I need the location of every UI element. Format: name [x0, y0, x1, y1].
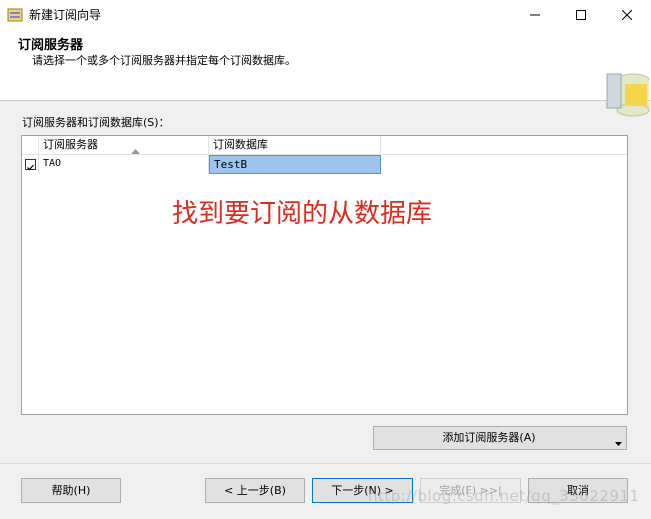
column-header-database-label: 订阅数据库 [213, 138, 268, 151]
page-title: 订阅服务器 [18, 38, 84, 53]
title-bar: 新建订阅向导 [0, 0, 651, 30]
column-header-database[interactable]: 订阅数据库 [209, 136, 381, 155]
grid-header: 订阅服务器 订阅数据库 [22, 136, 627, 155]
column-header-server-label: 订阅服务器 [43, 138, 98, 151]
dropdown-arrow-icon[interactable] [615, 436, 622, 449]
back-button[interactable]: < 上一步(B) [205, 478, 305, 503]
header-check-cell [22, 136, 39, 155]
page-subtitle: 请选择一个或多个订阅服务器并指定每个订阅数据库。 [32, 54, 296, 67]
maximize-button[interactable] [558, 0, 604, 30]
wizard-header: 订阅服务器 请选择一个或多个订阅服务器并指定每个订阅数据库。 [0, 30, 651, 117]
window-title: 新建订阅向导 [29, 8, 102, 22]
help-button[interactable]: 帮助(H) [21, 478, 121, 503]
wizard-icon [7, 7, 23, 23]
add-subscriber-button[interactable]: 添加订阅服务器(A) [373, 426, 627, 450]
minimize-button[interactable] [512, 0, 558, 30]
row-check-cell[interactable] [22, 155, 39, 174]
checkmark-icon [27, 164, 34, 171]
database-cell[interactable]: TestB [209, 155, 381, 174]
annotation-text: 找到要订阅的从数据库 [172, 199, 433, 229]
table-row[interactable]: TAO TestB [22, 155, 627, 174]
watermark-text: http://blog.csdn.net/qq_33022911 [368, 487, 640, 505]
minimize-icon [530, 14, 540, 16]
close-button[interactable] [604, 0, 650, 30]
grid-section-label: 订阅服务器和订阅数据库(S)： [22, 116, 170, 129]
maximize-icon [576, 10, 586, 20]
database-graphic-icon [605, 70, 651, 123]
close-icon [622, 10, 632, 20]
subscriber-grid[interactable]: 订阅服务器 订阅数据库 TAO TestB [21, 135, 628, 415]
server-cell: TAO [39, 155, 209, 174]
row-checkbox[interactable] [25, 159, 36, 171]
column-header-server[interactable]: 订阅服务器 [39, 136, 209, 155]
footer-divider [0, 463, 651, 464]
add-subscriber-label: 添加订阅服务器(A) [442, 431, 536, 444]
